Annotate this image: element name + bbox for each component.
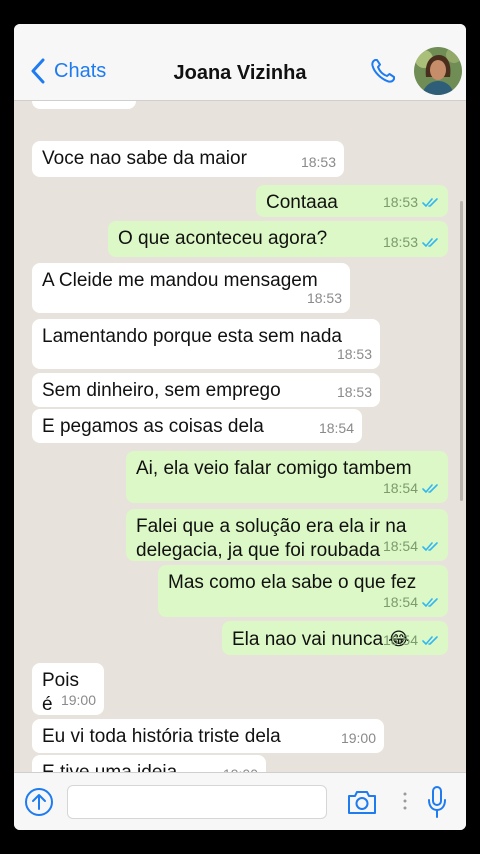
outgoing-message[interactable]: Ai, ela veio falar comigo tambem 18:54 — [126, 451, 448, 503]
scrollbar[interactable] — [460, 201, 463, 501]
message-text: Eu vi toda história triste dela — [42, 726, 281, 747]
message-text: E pegamos as coisas dela — [42, 416, 264, 437]
read-ticks-icon — [422, 237, 438, 247]
message-time: 18:53 — [383, 230, 440, 254]
message-timestamp: 18:54 — [382, 632, 418, 648]
message-time: 18:53 — [93, 101, 128, 106]
incoming-message[interactable]: E tive uma ideia 19:00 — [32, 755, 266, 772]
avatar-photo — [414, 47, 462, 95]
message-timestamp: 18:53 — [382, 234, 418, 250]
message-time: 18:54 — [319, 416, 354, 440]
message-timestamp: 19:00 — [340, 730, 376, 746]
message-text: Mas como ela sabe o que fez — [168, 572, 417, 593]
incoming-message[interactable]: Eu vi toda história triste dela 19:00 — [32, 719, 384, 753]
message-time: 18:54 — [383, 534, 440, 558]
message-text: Sem dinheiro, sem emprego — [42, 380, 281, 401]
message-time: 18:54 — [383, 590, 440, 614]
message-time: 18:54 — [383, 628, 440, 652]
message-list[interactable]: 18:53 Voce nao sabe da maior 18:53 Contaaa 1… — [14, 101, 466, 772]
incoming-message[interactable]: Sem dinheiro, sem emprego 18:53 — [32, 373, 380, 407]
message-timestamp: 18:53 — [300, 154, 336, 170]
read-ticks-icon — [422, 541, 438, 551]
read-ticks-icon — [422, 597, 438, 607]
message-time: 18:53 — [337, 380, 372, 404]
message-timestamp: 18:54 — [382, 538, 418, 554]
message-time: 19:00 — [341, 726, 376, 750]
message-timestamp: 19:00 — [60, 692, 96, 708]
message-text: Voce nao sabe da maior — [42, 148, 247, 169]
microphone-icon[interactable] — [427, 785, 447, 819]
outgoing-message[interactable]: Falei que a solução era ela ir na delega… — [126, 509, 448, 561]
message-input[interactable] — [67, 785, 327, 819]
contact-name[interactable]: Joana Vizinha — [14, 62, 466, 85]
message-timestamp: 18:53 — [382, 194, 418, 210]
input-bar — [14, 772, 466, 830]
message-text: O que aconteceu agora? — [118, 228, 328, 249]
read-ticks-icon — [422, 483, 438, 493]
message-timestamp: 18:53 — [336, 346, 372, 362]
outgoing-message[interactable]: Mas como ela sabe o que fez 18:54 — [158, 565, 448, 617]
chat-header: Chats Joana Vizinha — [14, 24, 466, 101]
message-timestamp: 18:54 — [318, 420, 354, 436]
message-text: E tive uma ideia — [42, 762, 177, 772]
message-text: Ai, ela veio falar comigo tambem — [136, 458, 412, 479]
outgoing-message[interactable]: O que aconteceu agora? 18:53 — [108, 221, 448, 257]
message-time: 18:53 — [383, 190, 440, 214]
incoming-message[interactable]: E pegamos as coisas dela 18:54 — [32, 409, 362, 443]
message-timestamp: 18:53 — [306, 290, 342, 306]
message-text: A Cleide me mandou mensagem — [42, 270, 318, 291]
upload-arrow-icon[interactable] — [24, 787, 54, 817]
message-timestamp: 18:53 — [93, 101, 128, 106]
incoming-message[interactable]: A Cleide me mandou mensagem 18:53 — [32, 263, 350, 313]
message-time: 19:00 — [61, 688, 96, 712]
camera-icon[interactable] — [346, 788, 378, 816]
read-ticks-icon — [422, 197, 438, 207]
incoming-message[interactable]: 18:53 — [32, 101, 136, 109]
incoming-message[interactable]: Voce nao sabe da maior 18:53 — [32, 141, 344, 177]
message-time: 18:53 — [337, 342, 372, 366]
message-text: Lamentando porque esta sem nada — [42, 326, 342, 347]
message-text: Contaaa — [266, 192, 338, 213]
message-timestamp: 18:53 — [336, 384, 372, 400]
message-time: 18:53 — [307, 286, 342, 310]
message-time: 18:53 — [301, 150, 336, 174]
message-text: Falei que a solução era ela ir na delega… — [136, 516, 407, 561]
message-time: 19:00 — [223, 762, 258, 772]
read-ticks-icon — [422, 635, 438, 645]
outgoing-message[interactable]: Contaaa 18:53 — [256, 185, 448, 217]
incoming-message[interactable]: Lamentando porque esta sem nada 18:53 — [32, 319, 380, 369]
message-timestamp: 19:00 — [223, 762, 258, 772]
message-timestamp: 18:54 — [382, 594, 418, 610]
contact-avatar[interactable] — [414, 47, 462, 95]
more-dots-icon — [403, 792, 407, 810]
outgoing-message[interactable]: Ela nao vai nunca 😂 18:54 — [222, 621, 448, 655]
message-timestamp: 18:54 — [382, 480, 418, 496]
chat-screen: Chats Joana Vizinha 18:53Voce nao sabe d… — [14, 24, 466, 830]
message-time: 18:54 — [383, 476, 440, 500]
phone-icon[interactable] — [369, 57, 397, 85]
message-text: Ela nao vai nunca — [232, 629, 384, 650]
incoming-message[interactable]: Pois é 19:00 — [32, 663, 104, 715]
